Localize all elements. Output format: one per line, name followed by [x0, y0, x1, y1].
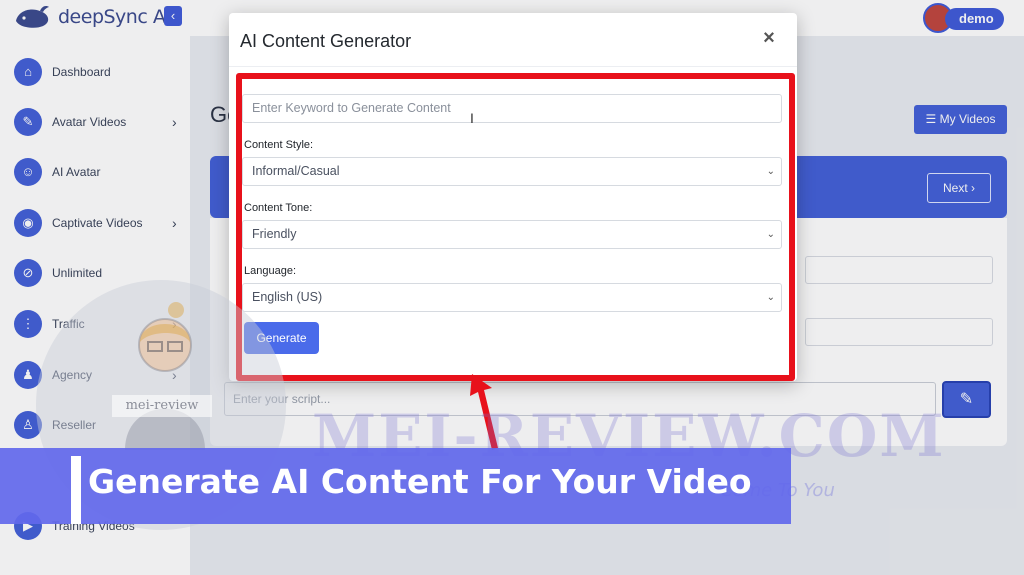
close-icon[interactable]: × — [760, 27, 778, 49]
highlight-box — [236, 73, 795, 381]
caption-text: Generate AI Content For Your Video — [88, 462, 752, 501]
watermark-avatar-icon — [125, 302, 205, 450]
modal-title: AI Content Generator — [240, 31, 412, 51]
watermark-badge: mei-review — [112, 395, 212, 417]
caption-accent-bar — [71, 456, 81, 524]
modal-header: AI Content Generator × — [229, 13, 797, 67]
